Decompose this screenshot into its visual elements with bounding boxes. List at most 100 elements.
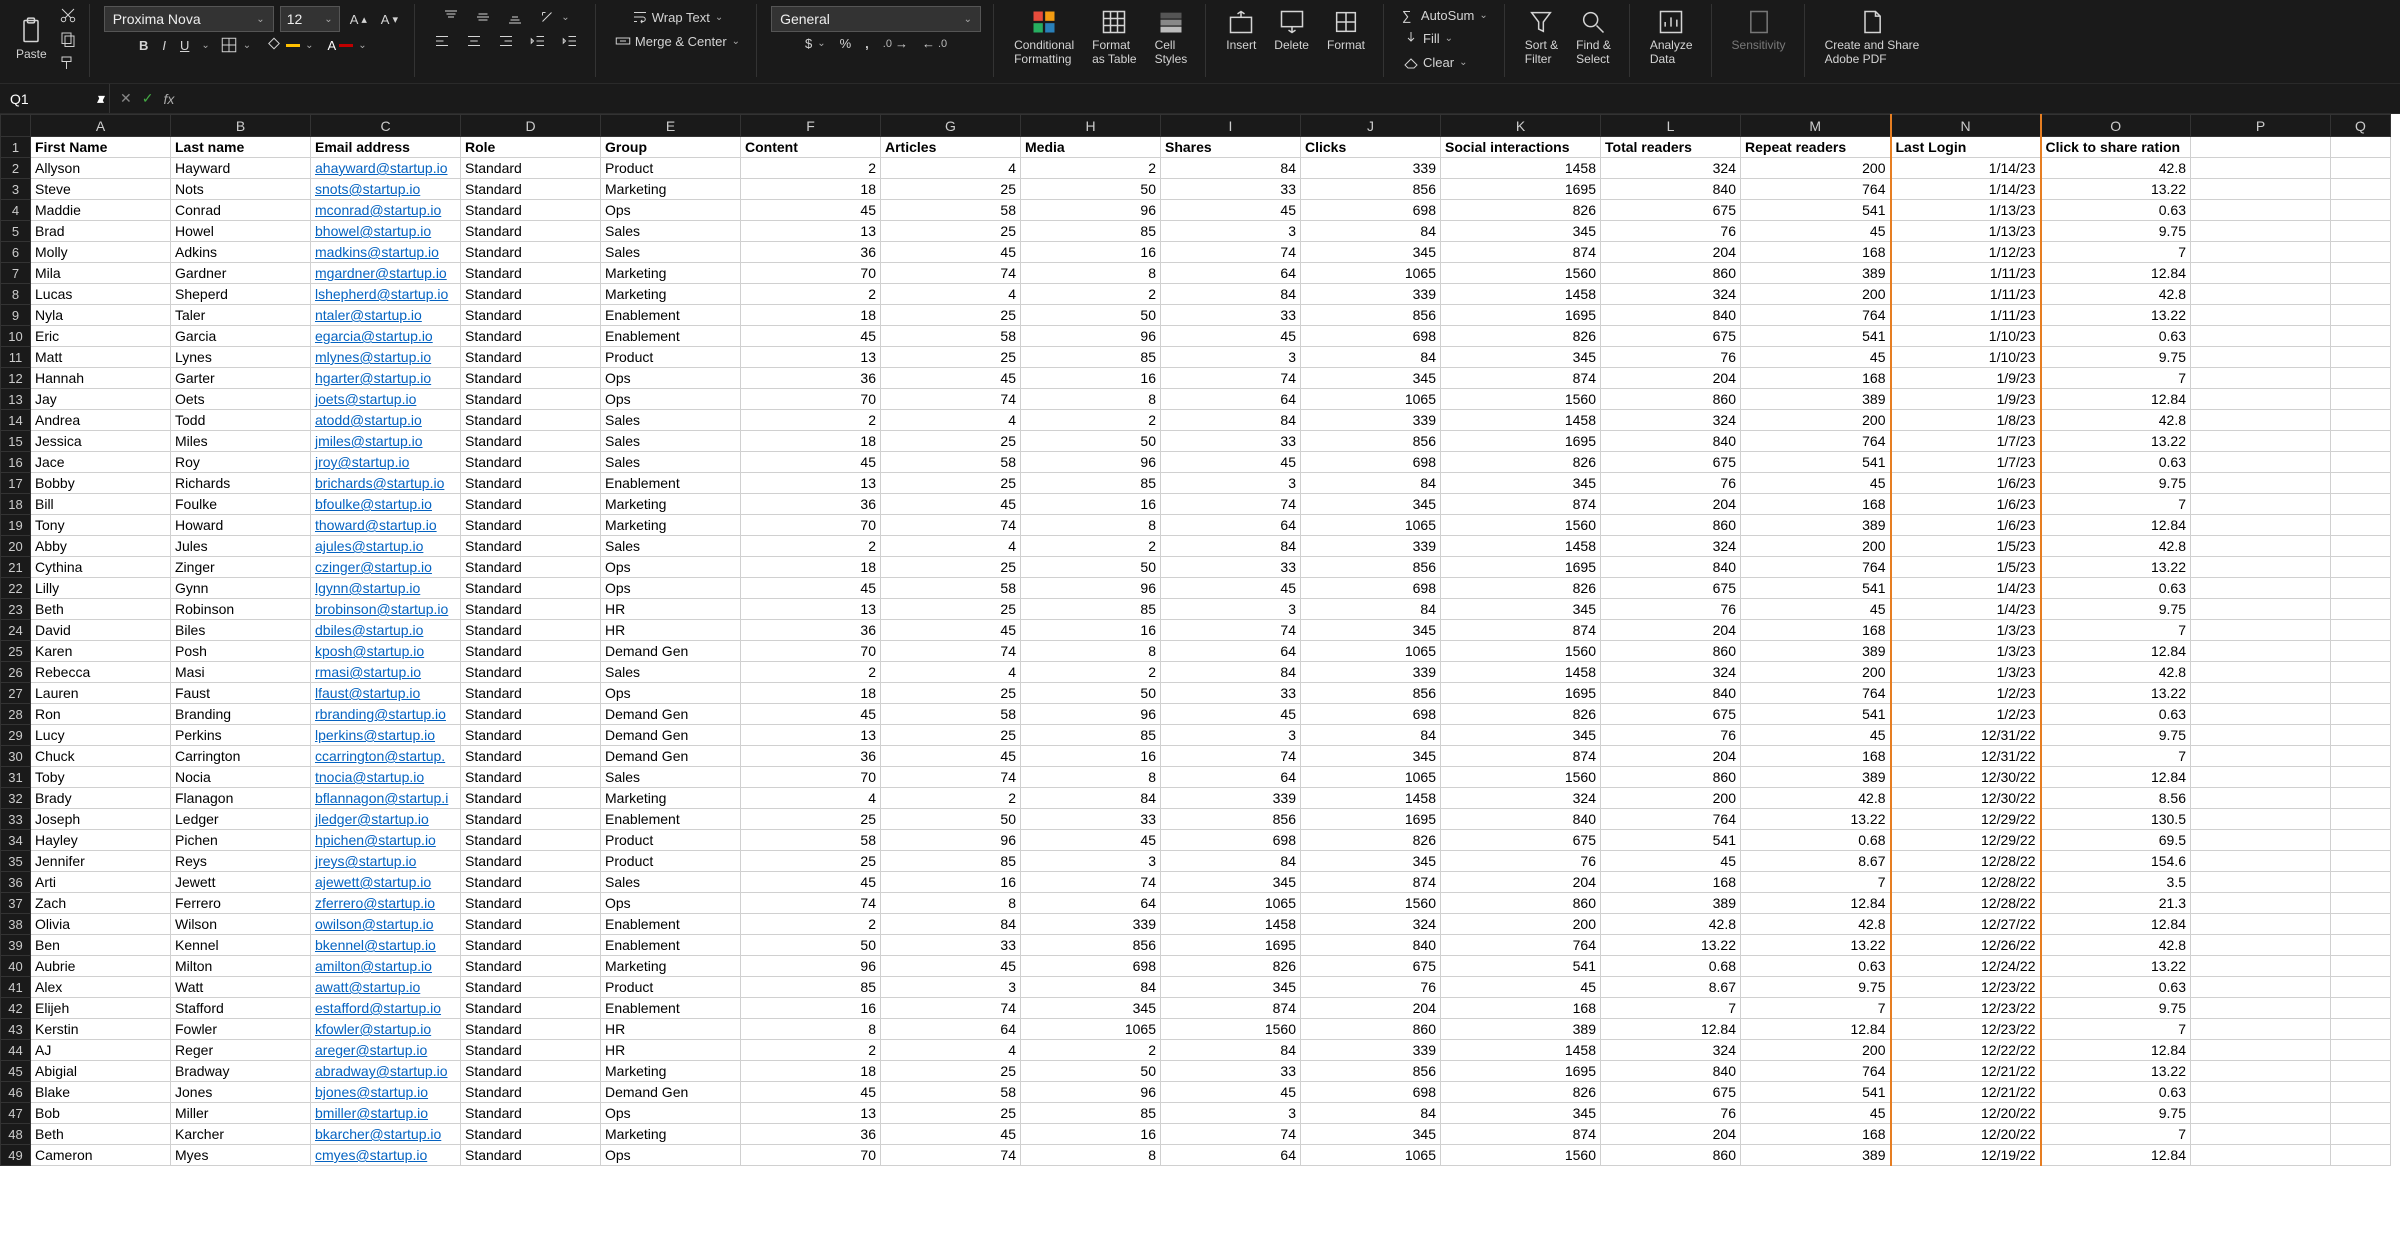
cell[interactable]: 58 [881,326,1021,347]
cell[interactable]: 84 [1161,1040,1301,1061]
row-header[interactable]: 41 [1,977,31,998]
underline-button[interactable]: U [176,36,193,55]
cell[interactable]: Tony [31,515,171,536]
cell-styles-button[interactable]: CellStyles [1149,6,1194,68]
cell[interactable]: 168 [1741,746,1891,767]
row-header[interactable]: 5 [1,221,31,242]
column-header[interactable]: E [601,115,741,137]
cell[interactable]: 12/23/22 [1891,998,2041,1019]
cell[interactable]: Fowler [171,1019,311,1040]
cell[interactable] [2331,158,2391,179]
cell[interactable]: 8.56 [2041,788,2191,809]
cell[interactable]: 168 [1741,494,1891,515]
decrease-font-icon[interactable]: A▾ [377,10,402,29]
cell[interactable]: bmiller@startup.io [311,1103,461,1124]
cell[interactable] [2191,1124,2331,1145]
cell[interactable]: Sales [601,431,741,452]
cell[interactable]: 13.22 [1601,935,1741,956]
cell[interactable]: 85 [741,977,881,998]
cell[interactable]: 826 [1301,830,1441,851]
cell[interactable]: Ron [31,704,171,725]
column-header[interactable]: M [1741,115,1891,137]
cell[interactable]: 96 [1021,1082,1161,1103]
cell[interactable]: 16 [1021,242,1161,263]
row-header[interactable]: 38 [1,914,31,935]
cell[interactable]: 45 [1741,347,1891,368]
cell[interactable]: zferrero@startup.io [311,893,461,914]
cell[interactable]: 76 [1601,725,1741,746]
row-header[interactable]: 3 [1,179,31,200]
cell[interactable]: 12/21/22 [1891,1082,2041,1103]
cell[interactable]: bjones@startup.io [311,1082,461,1103]
row-header[interactable]: 42 [1,998,31,1019]
cell[interactable]: 13.22 [2041,557,2191,578]
cell[interactable]: 12.84 [1741,893,1891,914]
cell[interactable]: 1/6/23 [1891,494,2041,515]
cell[interactable]: 74 [881,641,1021,662]
cell[interactable]: 1/14/23 [1891,158,2041,179]
cell[interactable] [2331,746,2391,767]
cell[interactable]: 12.84 [2041,1145,2191,1166]
row-header[interactable]: 7 [1,263,31,284]
cell[interactable]: 12.84 [2041,1040,2191,1061]
cell[interactable]: 45 [881,1124,1021,1145]
column-header[interactable]: A [31,115,171,137]
cell[interactable] [2191,683,2331,704]
cell[interactable]: 12.84 [1601,1019,1741,1040]
row-header[interactable]: 24 [1,620,31,641]
cell[interactable]: 33 [1161,557,1301,578]
cell[interactable]: ntaler@startup.io [311,305,461,326]
merge-center-button[interactable]: Merge & Center⌄ [610,30,744,52]
cell[interactable]: 85 [1021,473,1161,494]
cell[interactable]: 856 [1301,557,1441,578]
cell[interactable]: 874 [1441,620,1601,641]
column-header[interactable]: K [1441,115,1601,137]
cell[interactable]: 45 [1161,200,1301,221]
cell[interactable]: 1458 [1441,410,1601,431]
cell[interactable]: Standard [461,284,601,305]
cell[interactable]: 339 [1301,1040,1441,1061]
row-header[interactable]: 34 [1,830,31,851]
cell[interactable]: 4 [881,662,1021,683]
cell[interactable]: Steve [31,179,171,200]
cell[interactable] [2331,1103,2391,1124]
cell[interactable]: 50 [1021,179,1161,200]
cell[interactable]: Eric [31,326,171,347]
cell[interactable]: 70 [741,263,881,284]
cell[interactable]: 12/30/22 [1891,767,2041,788]
cell[interactable]: Cameron [31,1145,171,1166]
cell[interactable]: Standard [461,1040,601,1061]
cell[interactable] [2191,914,2331,935]
header-cell[interactable]: Content [741,137,881,158]
decrease-decimal-icon[interactable]: ←.0 [918,34,951,53]
row-header[interactable]: 21 [1,557,31,578]
cell[interactable] [2331,1145,2391,1166]
cell[interactable]: 874 [1161,998,1301,1019]
row-header[interactable]: 14 [1,410,31,431]
cell[interactable] [2331,998,2391,1019]
align-center-icon[interactable] [461,30,487,52]
cell[interactable]: 2 [1021,410,1161,431]
cell[interactable]: Jones [171,1082,311,1103]
cell[interactable]: Standard [461,914,601,935]
cell[interactable]: Enablement [601,326,741,347]
cell[interactable]: 50 [1021,1061,1161,1082]
column-header[interactable]: G [881,115,1021,137]
cell[interactable]: 1/9/23 [1891,368,2041,389]
cell[interactable]: 13 [741,1103,881,1124]
cell[interactable]: Lucy [31,725,171,746]
cell[interactable]: 7 [2041,620,2191,641]
cell[interactable]: 64 [1161,641,1301,662]
cell[interactable] [2331,536,2391,557]
cell[interactable]: 33 [1161,431,1301,452]
cell[interactable]: 1/4/23 [1891,599,2041,620]
cell[interactable]: Demand Gen [601,725,741,746]
cell[interactable]: 74 [881,389,1021,410]
cell[interactable]: Standard [461,998,601,1019]
cell[interactable]: 45 [741,200,881,221]
cell[interactable]: tnocia@startup.io [311,767,461,788]
align-top-icon[interactable] [438,6,464,28]
cell[interactable]: Allyson [31,158,171,179]
cell[interactable]: 64 [1161,515,1301,536]
header-cell[interactable]: Clicks [1301,137,1441,158]
